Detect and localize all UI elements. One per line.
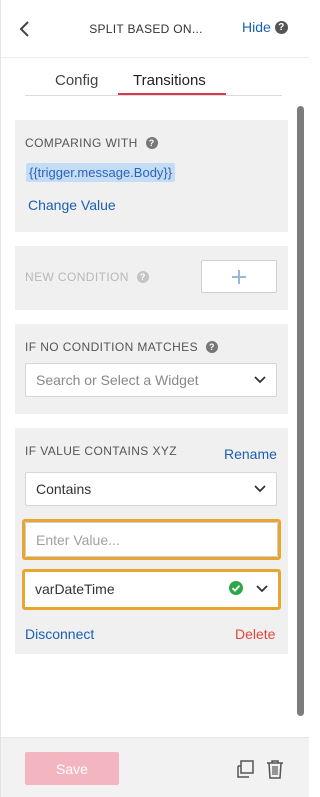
add-condition-button[interactable] [201, 260, 277, 293]
value-input-highlight [22, 519, 281, 560]
comparing-with-card: COMPARING WITH ? {{trigger.message.Body}… [15, 120, 288, 232]
save-button[interactable]: Save [25, 752, 119, 785]
widget-select[interactable]: varDateTime [22, 569, 281, 610]
operator-value: Contains [36, 481, 92, 497]
question-circle-icon[interactable]: ? [145, 137, 158, 149]
chevron-down-icon [254, 376, 266, 384]
delete-link[interactable]: Delete [235, 626, 275, 642]
active-tab-indicator [118, 93, 226, 95]
comparing-with-heading: COMPARING WITH ? [25, 136, 158, 150]
check-circle-icon [229, 581, 243, 595]
comparing-with-label: COMPARING WITH [25, 136, 138, 150]
value-input[interactable] [25, 522, 278, 557]
hide-label: Hide [242, 19, 271, 35]
panel-header: SPLIT BASED ON... Hide ? [1, 0, 309, 58]
disconnect-link[interactable]: Disconnect [25, 626, 94, 642]
no-match-placeholder: Search or Select a Widget [36, 372, 199, 388]
change-value-link[interactable]: Change Value [28, 197, 116, 213]
panel-footer: Save [1, 737, 309, 797]
scrollbar[interactable] [297, 106, 304, 716]
no-match-card: IF NO CONDITION MATCHES ? Search or Sele… [15, 324, 288, 414]
chevron-left-icon [19, 21, 29, 37]
chevron-down-icon [256, 585, 268, 593]
chevron-down-icon [254, 485, 266, 493]
tab-transitions[interactable]: Transitions [133, 72, 206, 89]
duplicate-icon [237, 760, 254, 778]
transition-panel: SPLIT BASED ON... Hide ? Config Transiti… [0, 0, 309, 797]
no-match-label: IF NO CONDITION MATCHES [25, 340, 198, 354]
operator-select[interactable]: Contains [25, 472, 277, 506]
new-condition-heading: NEW CONDITION ? [25, 270, 149, 284]
tab-bar: Config Transitions [25, 70, 282, 96]
widget-select-value: varDateTime [35, 581, 115, 597]
back-button[interactable] [15, 18, 35, 40]
hide-button[interactable]: Hide ? [242, 19, 288, 35]
new-condition-card: NEW CONDITION ? [15, 246, 288, 310]
question-circle-icon[interactable]: ? [136, 271, 149, 283]
comparing-value-chip: {{trigger.message.Body}} [26, 163, 176, 182]
new-condition-label: NEW CONDITION [25, 270, 129, 284]
trash-icon [267, 760, 283, 779]
panel-title: SPLIT BASED ON... [89, 22, 203, 36]
tab-config[interactable]: Config [55, 72, 98, 89]
delete-button[interactable] [264, 758, 286, 780]
rename-link[interactable]: Rename [224, 446, 277, 462]
question-circle-icon[interactable]: ? [205, 341, 218, 353]
no-match-heading: IF NO CONDITION MATCHES ? [25, 340, 218, 354]
condition-label: IF VALUE CONTAINS XYZ [25, 444, 177, 458]
condition-card: IF VALUE CONTAINS XYZ Rename Contains va… [15, 428, 288, 654]
no-match-widget-select[interactable]: Search or Select a Widget [25, 363, 277, 397]
question-circle-icon[interactable]: ? [274, 20, 288, 34]
duplicate-button[interactable] [234, 758, 256, 780]
